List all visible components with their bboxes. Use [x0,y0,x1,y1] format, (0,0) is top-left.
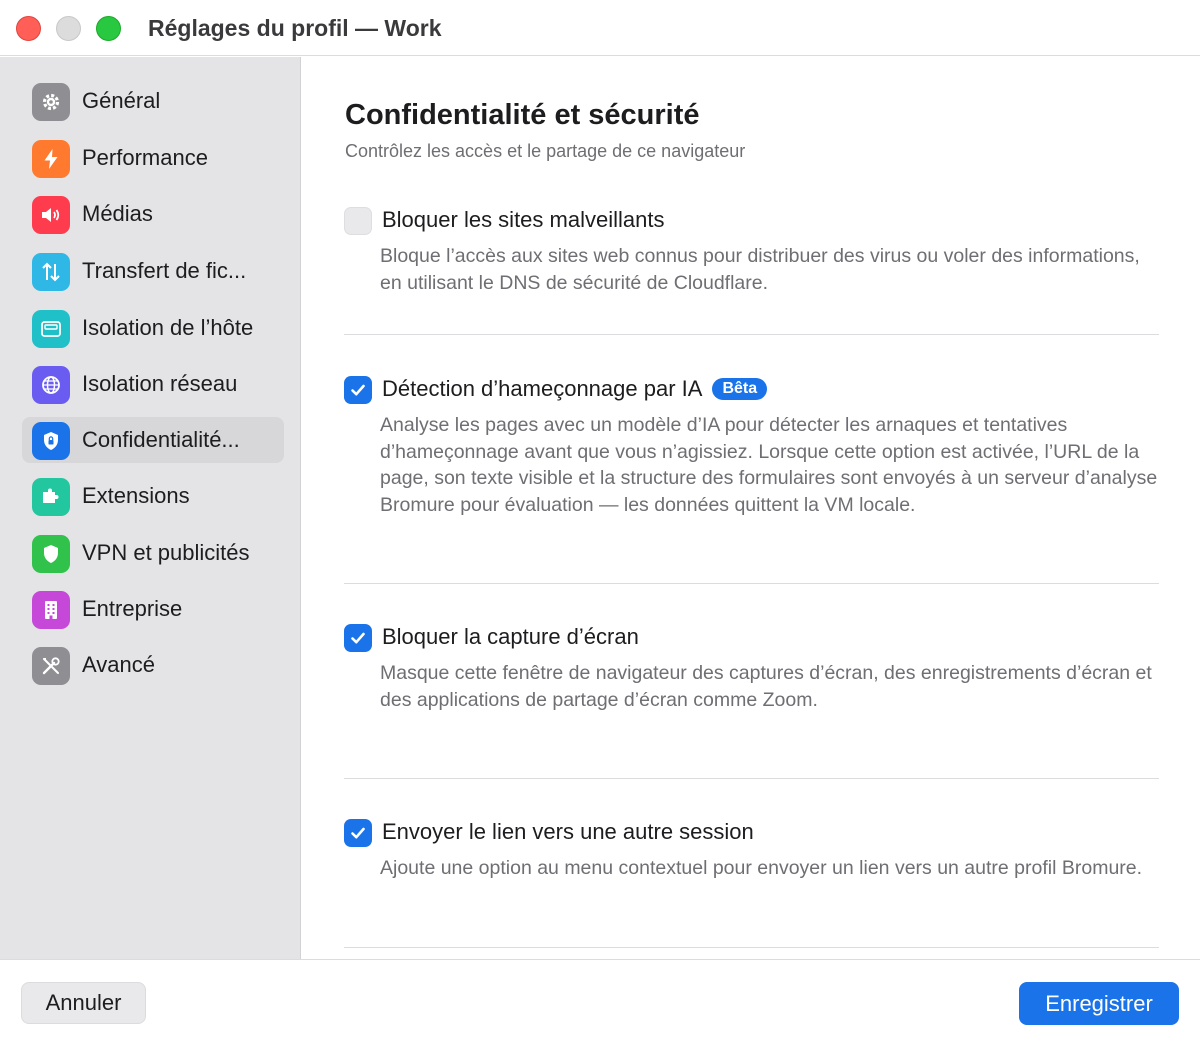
beta-badge: Bêta [712,378,768,400]
sidebar-item-label: Extensions [82,483,190,508]
window-icon [32,310,70,348]
option-title-text: Détection d’hameçonnage par IA [382,376,703,401]
sidebar-item-general[interactable]: Général [22,78,284,124]
sidebar-item-label: Entreprise [82,596,183,621]
checkmark-icon [351,827,365,839]
sidebar-item-label: Isolation de l’hôte [82,315,254,340]
sidebar-item-label: Isolation réseau [82,371,238,396]
page-subtitle: Contrôlez les accès et le partage de ce … [345,141,746,161]
footer-bar: Annuler Enregistrer [0,959,1200,1045]
divider [344,947,1159,948]
minimize-window-button[interactable] [56,16,81,41]
sidebar-item-label: Général [82,88,161,113]
option-title: Détection d’hameçonnage par IA Bêta [382,376,768,402]
sidebar-item-label: Avancé [82,652,155,677]
sidebar-item-extensions[interactable]: Extensions [22,473,284,519]
block-screen-capture-checkbox[interactable] [344,624,372,652]
sidebar-item-host-isolation[interactable]: Isolation de l’hôte [22,305,284,351]
sidebar-item-label: Transfert de fic... [82,258,247,283]
sidebar-item-enterprise[interactable]: Entreprise [22,586,284,632]
tools-icon [32,647,70,685]
sidebar-item-label: Confidentialité... [82,427,240,452]
ai-phishing-detection-checkbox[interactable] [344,376,372,404]
sidebar-item-vpn-ads[interactable]: VPN et publicités [22,530,284,576]
option-title: Bloquer les sites malveillants [382,207,665,232]
transfer-arrows-icon [32,253,70,291]
option-description: Masque cette fenêtre de navigateur des c… [380,662,1152,711]
sidebar: Général Performance Médias Transfert de … [0,57,301,959]
checkmark-icon [351,632,365,644]
checkmark-icon [351,384,365,396]
sidebar-item-label: VPN et publicités [82,540,250,565]
settings-window: Réglages du profil — Work Général Perfor… [0,0,1200,1045]
option-description: Analyse les pages avec un modèle d’IA po… [380,414,1158,516]
speaker-icon [32,196,70,234]
divider [344,778,1159,779]
settings-content: Confidentialité et sécurité Contrôlez le… [302,57,1200,959]
block-malicious-sites-checkbox[interactable] [344,207,372,235]
shield-icon [32,535,70,573]
option-title: Bloquer la capture d’écran [382,624,639,649]
sidebar-item-network-isolation[interactable]: Isolation réseau [22,361,284,407]
close-window-button[interactable] [16,16,41,41]
title-bar: Réglages du profil — Work [0,0,1200,56]
option-description: Bloque l’accès aux sites web connus pour… [380,245,1140,294]
cancel-button[interactable]: Annuler [21,982,146,1024]
window-title: Réglages du profil — Work [148,15,442,41]
globe-icon [32,366,70,404]
building-icon [32,591,70,629]
sidebar-item-label: Performance [82,145,208,170]
sidebar-item-medias[interactable]: Médias [22,191,284,237]
divider [344,583,1159,584]
zoom-window-button[interactable] [96,16,121,41]
sidebar-item-label: Médias [82,201,153,226]
sidebar-item-performance[interactable]: Performance [22,135,284,181]
sidebar-item-advanced[interactable]: Avancé [22,642,284,688]
bolt-icon [32,140,70,178]
save-button[interactable]: Enregistrer [1019,982,1179,1025]
gear-icon [32,83,70,121]
send-link-session-checkbox[interactable] [344,819,372,847]
puzzle-icon [32,478,70,516]
option-description: Ajoute une option au menu contextuel pou… [380,857,1143,879]
divider [344,334,1159,335]
option-title: Envoyer le lien vers une autre session [382,819,754,844]
sidebar-item-privacy[interactable]: Confidentialité... [22,417,284,463]
shield-lock-icon [32,422,70,460]
sidebar-item-file-transfer[interactable]: Transfert de fic... [22,248,284,294]
page-title: Confidentialité et sécurité [345,99,700,131]
